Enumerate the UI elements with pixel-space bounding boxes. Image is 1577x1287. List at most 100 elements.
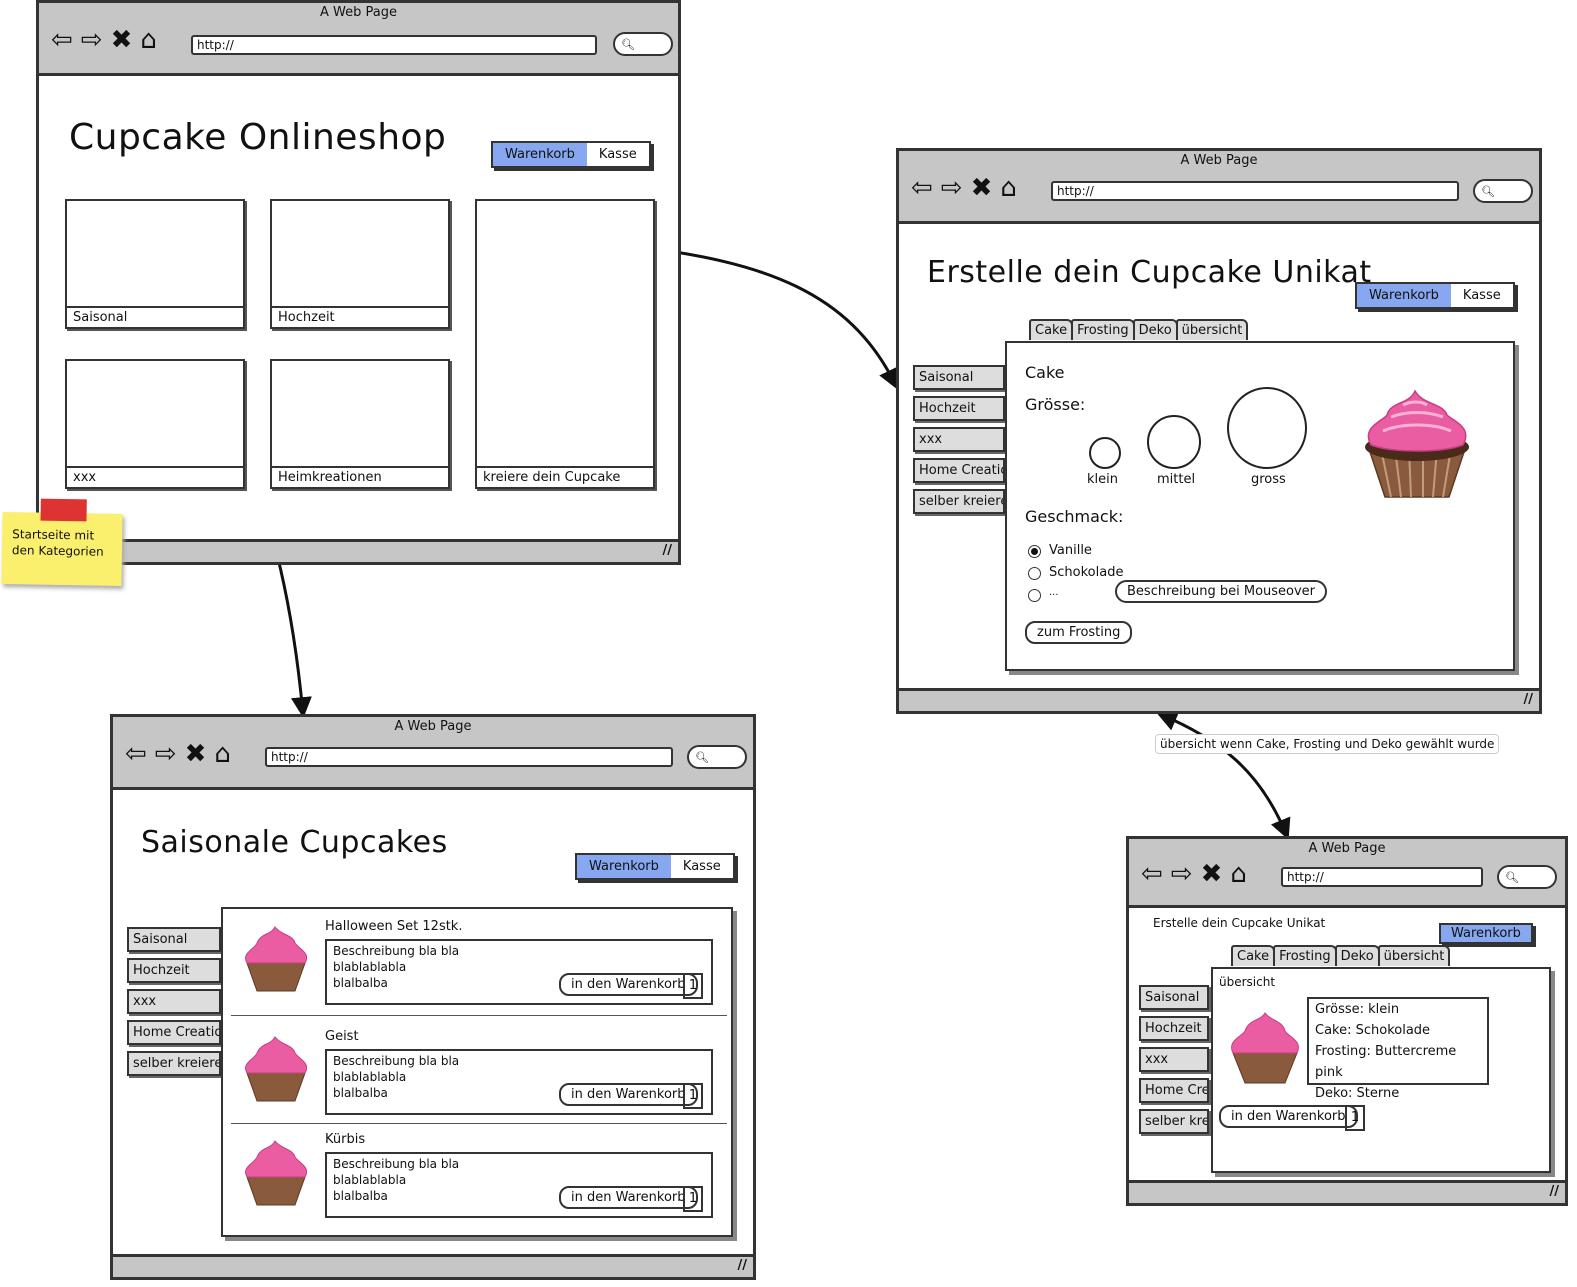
- sidebar-item-selber-kreieren[interactable]: selber kreie: [1139, 1109, 1209, 1134]
- size-large-option[interactable]: [1227, 387, 1307, 469]
- browser-chrome: A Web Page ⇦ ⇨ ✖ ⌂ http:// 🔍︎: [39, 3, 678, 76]
- summary-window: A Web Page ⇦ ⇨ ✖ ⌂ http:// 🔍︎ Erstelle d…: [1126, 836, 1568, 1206]
- add-to-cart-button[interactable]: in den Warenkorb: [559, 1083, 698, 1106]
- back-icon[interactable]: ⇦: [1141, 861, 1163, 887]
- sidebar-item-saisonal[interactable]: Saisonal: [913, 365, 1005, 390]
- search-field[interactable]: 🔍︎: [1473, 179, 1533, 203]
- cupcake-wrapper: [246, 1072, 306, 1102]
- checkout-button[interactable]: Kasse: [586, 143, 649, 166]
- cupcake-image: [1231, 1012, 1299, 1084]
- sidebar-item-selber-kreieren[interactable]: selber kreieren: [913, 489, 1005, 514]
- close-icon[interactable]: ✖: [185, 741, 207, 767]
- cart-button[interactable]: Warenkorb: [493, 143, 587, 166]
- checkout-button[interactable]: Kasse: [670, 855, 733, 878]
- search-field[interactable]: 🔍︎: [687, 745, 747, 769]
- cart-button-group: Warenkorb: [1439, 923, 1533, 944]
- tab-cake[interactable]: Cake: [1029, 319, 1074, 340]
- sidebar-item-home-creation[interactable]: Home Creation: [127, 1020, 221, 1045]
- resize-grip-icon[interactable]: //: [1524, 692, 1534, 707]
- cupcake-wrapper: [246, 1176, 306, 1206]
- add-to-cart-button[interactable]: in den Warenkorb: [559, 973, 698, 996]
- sidebar-item-selber-kreieren[interactable]: selber kreieren: [127, 1051, 221, 1076]
- url-field[interactable]: http://: [1051, 181, 1459, 201]
- home-icon[interactable]: ⌂: [214, 741, 231, 767]
- tab-deko[interactable]: Deko: [1132, 319, 1178, 340]
- sidebar-item-hochzeit[interactable]: Hochzeit: [913, 396, 1005, 421]
- radio-vanille[interactable]: [1028, 545, 1041, 558]
- tab-deko[interactable]: Deko: [1334, 945, 1380, 966]
- tile-hochzeit[interactable]: Hochzeit: [270, 199, 450, 329]
- cart-button-group: Warenkorb Kasse: [1355, 282, 1515, 309]
- close-icon[interactable]: ✖: [971, 175, 993, 201]
- sidebar-item-xxx[interactable]: xxx: [913, 427, 1005, 452]
- close-icon[interactable]: ✖: [111, 27, 133, 53]
- quantity-field[interactable]: 1: [683, 973, 703, 999]
- cart-button[interactable]: Warenkorb: [577, 855, 671, 878]
- sidebar-item-home-creation[interactable]: Home Creat: [1139, 1078, 1209, 1103]
- tile-label: Hochzeit: [272, 306, 448, 327]
- quantity-field[interactable]: 1: [1345, 1105, 1365, 1131]
- tile-xxx[interactable]: xxx: [65, 359, 245, 489]
- tile-create[interactable]: kreiere dein Cupcake: [475, 199, 655, 489]
- url-field[interactable]: http://: [1281, 867, 1483, 887]
- forward-icon[interactable]: ⇨: [1171, 861, 1193, 887]
- forward-icon[interactable]: ⇨: [81, 27, 103, 53]
- tile-saisonal[interactable]: Saisonal: [65, 199, 245, 329]
- taste-label: Geschmack:: [1025, 507, 1124, 526]
- arrow-creator-to-summary: [1156, 711, 1291, 840]
- url-field[interactable]: http://: [191, 35, 597, 55]
- sidebar-item-hochzeit[interactable]: Hochzeit: [1139, 1016, 1209, 1041]
- resize-grip-icon[interactable]: //: [1550, 1184, 1560, 1199]
- sidebar-item-saisonal[interactable]: Saisonal: [127, 927, 221, 952]
- category-sidebar: Saisonal Hochzeit xxx Home Creation selb…: [913, 365, 1005, 514]
- checkout-button[interactable]: Kasse: [1450, 284, 1513, 307]
- search-field[interactable]: 🔍︎: [1497, 865, 1557, 889]
- sidebar-item-xxx[interactable]: xxx: [1139, 1047, 1209, 1072]
- product-list: Halloween Set 12stk. Beschreibung bla bl…: [221, 907, 733, 1237]
- forward-icon[interactable]: ⇨: [155, 741, 177, 767]
- nav-buttons: ⇦ ⇨ ✖ ⌂: [911, 175, 1017, 201]
- status-bar: //: [113, 1254, 753, 1277]
- tab-uebersicht[interactable]: übersicht: [1377, 945, 1451, 966]
- next-frosting-button[interactable]: zum Frosting: [1025, 621, 1133, 644]
- sidebar-item-home-creation[interactable]: Home Creation: [913, 458, 1005, 483]
- size-label: Grösse:: [1025, 395, 1086, 414]
- add-to-cart-button[interactable]: in den Warenkorb: [559, 1186, 698, 1209]
- sidebar-item-xxx[interactable]: xxx: [127, 989, 221, 1014]
- forward-icon[interactable]: ⇨: [941, 175, 963, 201]
- resize-grip-icon[interactable]: //: [738, 1258, 748, 1273]
- desc-line: Beschreibung bla bla: [333, 944, 460, 958]
- taste-vanille-label: Vanille: [1049, 543, 1092, 558]
- detail-size: Grösse: klein: [1315, 1002, 1400, 1017]
- home-icon[interactable]: ⌂: [1000, 175, 1017, 201]
- cart-button[interactable]: Warenkorb: [1357, 284, 1451, 307]
- add-to-cart-button[interactable]: in den Warenkorb: [1219, 1105, 1358, 1128]
- home-icon[interactable]: ⌂: [1230, 861, 1247, 887]
- back-icon[interactable]: ⇦: [51, 27, 73, 53]
- tab-cake[interactable]: Cake: [1231, 945, 1276, 966]
- size-medium-option[interactable]: [1147, 415, 1201, 469]
- url-field[interactable]: http://: [265, 747, 673, 767]
- cupcake-frosting: [245, 1140, 308, 1178]
- sidebar-item-hochzeit[interactable]: Hochzeit: [127, 958, 221, 983]
- resize-grip-icon[interactable]: //: [663, 543, 673, 558]
- size-small-option[interactable]: [1089, 437, 1121, 469]
- quantity-field[interactable]: 1: [683, 1186, 703, 1212]
- quantity-field[interactable]: 1: [683, 1083, 703, 1109]
- close-icon[interactable]: ✖: [1201, 861, 1223, 887]
- sidebar-item-saisonal[interactable]: Saisonal: [1139, 985, 1209, 1010]
- home-icon[interactable]: ⌂: [140, 27, 157, 53]
- tab-frosting[interactable]: Frosting: [1273, 945, 1337, 966]
- search-field[interactable]: 🔍︎: [613, 32, 673, 56]
- tab-frosting[interactable]: Frosting: [1071, 319, 1135, 340]
- radio-schokolade[interactable]: [1028, 567, 1041, 580]
- back-icon[interactable]: ⇦: [911, 175, 933, 201]
- product-name: Halloween Set 12stk.: [325, 919, 463, 934]
- back-icon[interactable]: ⇦: [125, 741, 147, 767]
- radio-more[interactable]: [1028, 589, 1041, 602]
- cart-button[interactable]: Warenkorb: [1441, 925, 1531, 942]
- tile-label: Heimkreationen: [272, 466, 448, 487]
- tile-heimkreationen[interactable]: Heimkreationen: [270, 359, 450, 489]
- nav-buttons: ⇦ ⇨ ✖ ⌂: [125, 741, 231, 767]
- tab-uebersicht[interactable]: übersicht: [1175, 319, 1249, 340]
